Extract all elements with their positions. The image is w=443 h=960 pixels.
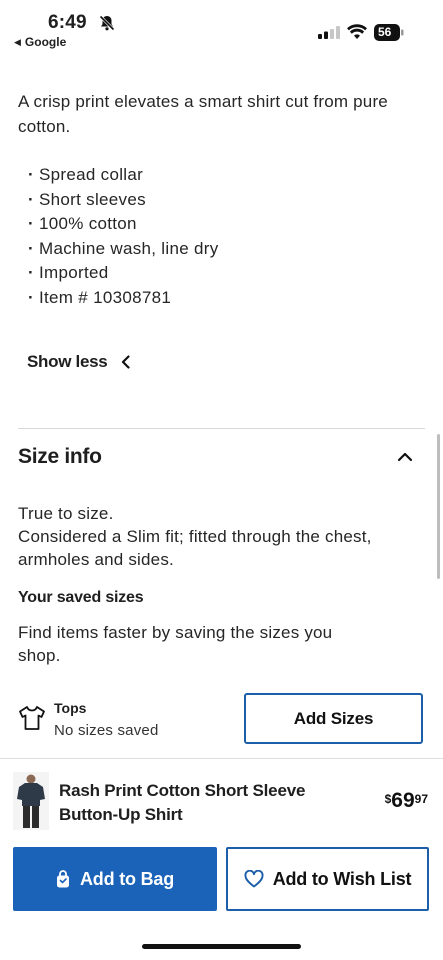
product-name: Rash Print Cotton Short Sleeve Button-Up…	[59, 781, 306, 824]
add-to-wishlist-label: Add to Wish List	[272, 868, 412, 889]
product-description: A crisp print elevates a smart shirt cut…	[18, 92, 388, 136]
product-thumbnail	[13, 772, 49, 830]
back-to-app-link[interactable]: ◀ Google	[14, 35, 66, 49]
scrollbar[interactable]	[437, 434, 440, 579]
feature-item: Spread collar	[28, 163, 219, 188]
add-to-bag-label: Add to Bag	[80, 868, 174, 889]
status-time: 6:49	[48, 12, 87, 33]
feature-item: Item # 10308781	[28, 286, 219, 311]
chevron-left-icon	[122, 355, 131, 369]
sticky-bar-divider	[0, 758, 443, 759]
back-triangle-icon: ◀	[14, 36, 21, 47]
heart-icon	[244, 870, 264, 888]
feature-item: Short sleeves	[28, 188, 219, 213]
add-to-bag-button[interactable]: Add to Bag	[13, 847, 217, 911]
home-indicator[interactable]	[142, 944, 301, 949]
battery-level: 56	[378, 25, 392, 39]
size-fit-description: True to size. Considered a Slim fit; fit…	[18, 502, 428, 571]
add-to-wishlist-button[interactable]: Add to Wish List	[226, 847, 429, 911]
bell-slash-icon	[99, 15, 115, 31]
feature-item: 100% cotton	[28, 212, 219, 237]
feature-item: Machine wash, line dry	[28, 237, 219, 262]
size-info-title: Size info	[18, 445, 102, 468]
wifi-icon	[347, 24, 367, 39]
fit-line: Considered a Slim fit; fitted through th…	[18, 527, 372, 569]
cellular-signal-icon	[318, 26, 340, 39]
section-divider	[18, 428, 425, 429]
shopping-bag-icon	[57, 870, 69, 888]
shirt-icon	[19, 706, 45, 730]
show-less-button[interactable]: Show less	[27, 352, 131, 372]
feature-item: Imported	[28, 261, 219, 286]
add-sizes-button[interactable]: Add Sizes	[244, 693, 423, 744]
product-price: $ 69 97	[385, 790, 428, 812]
size-category-status: No sizes saved	[54, 722, 159, 739]
show-less-label: Show less	[27, 352, 108, 371]
size-category-label: Tops	[54, 700, 87, 716]
price-currency: $	[384, 792, 392, 806]
saved-sizes-title: Your saved sizes	[18, 589, 144, 606]
price-cents: 97	[414, 792, 428, 806]
price-dollars: 69	[391, 789, 415, 812]
back-app-label: Google	[24, 35, 67, 49]
product-features-list: Spread collar Short sleeves 100% cotton …	[28, 163, 219, 310]
saved-sizes-description: Find items faster by saving the sizes yo…	[18, 623, 333, 665]
chevron-up-icon	[397, 452, 413, 462]
fit-line: True to size.	[18, 504, 114, 523]
battery-indicator: 56	[374, 24, 404, 41]
size-info-accordion-header[interactable]: Size info	[18, 442, 413, 472]
